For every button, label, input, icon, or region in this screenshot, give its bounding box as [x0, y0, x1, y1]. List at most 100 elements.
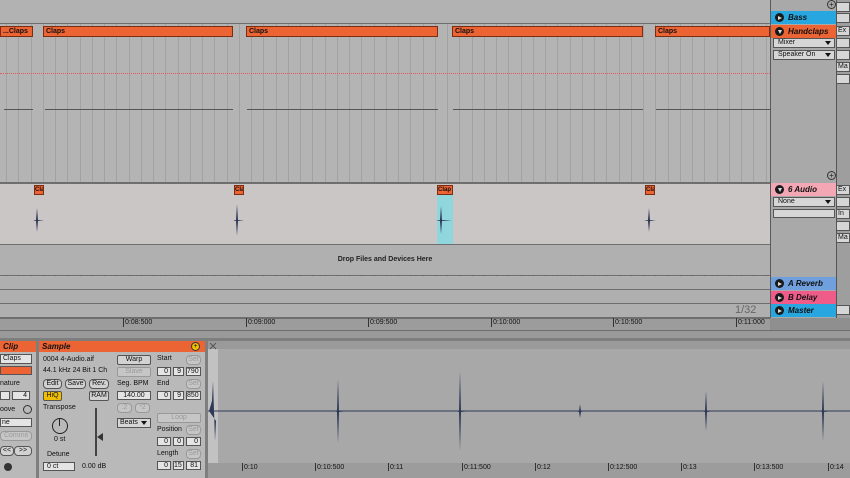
track-bass[interactable]: Bass	[771, 11, 837, 24]
position-sixteenths[interactable]: 0	[186, 437, 201, 446]
io-box[interactable]	[836, 38, 850, 48]
io-box[interactable]	[836, 13, 850, 23]
input-type-dropdown[interactable]: Mixer	[773, 38, 835, 48]
warp-button[interactable]: Warp	[117, 355, 151, 365]
seg-bpm-label: Seg. BPM	[117, 380, 149, 387]
io-box[interactable]	[836, 305, 850, 315]
clip-name-field[interactable]: Claps	[0, 354, 32, 364]
position-beats[interactable]: 0	[173, 437, 184, 446]
delay-lane[interactable]	[0, 290, 770, 304]
length-set-button[interactable]: Set	[186, 449, 201, 459]
ram-button[interactable]: RAM	[89, 391, 109, 401]
io-box[interactable]	[836, 2, 850, 12]
io-box[interactable]: Ex	[836, 26, 850, 36]
groove-hot-swap-icon[interactable]	[23, 405, 32, 414]
handclaps-lane[interactable]	[0, 24, 770, 183]
start-bars[interactable]: 0	[157, 367, 171, 376]
sample-waveform-display[interactable]	[208, 341, 850, 478]
track-master[interactable]: Master	[771, 304, 837, 317]
input-channel-dropdown[interactable]: Speaker On	[773, 50, 835, 60]
fold-triangle-icon[interactable]	[775, 27, 784, 36]
handclap-clip[interactable]: Claps	[452, 26, 643, 37]
io-box[interactable]: Ma	[836, 233, 850, 243]
signature-label: nature	[0, 380, 20, 387]
nav-left-button[interactable]: <<	[0, 446, 14, 456]
end-sixteenths[interactable]: 850	[186, 391, 201, 400]
sig-denominator[interactable]: 4	[12, 391, 30, 400]
seg-bpm-field[interactable]: 140.00	[117, 391, 151, 400]
warp-mode-dropdown[interactable]: Beats	[117, 418, 151, 428]
double-tempo-button[interactable]: *2	[135, 403, 150, 413]
track-reverb[interactable]: A Reverb	[771, 277, 837, 290]
edit-button[interactable]: Edit	[43, 379, 62, 389]
ruler-tick	[123, 318, 124, 327]
track-handclaps[interactable]: Handclaps	[771, 25, 837, 38]
length-bars[interactable]: 0	[157, 461, 171, 470]
groove-dropdown[interactable]: ne	[0, 418, 32, 427]
audio-channel-dropdown[interactable]	[773, 209, 835, 218]
expand-icon[interactable]: +	[827, 171, 836, 180]
arrangement-view[interactable]: ...Claps Claps Claps Claps Claps Cla Cla…	[0, 0, 770, 318]
master-lane[interactable]	[0, 304, 770, 318]
start-set-button[interactable]: Set	[186, 355, 201, 365]
handclap-clip[interactable]: Claps	[246, 26, 438, 37]
clip-activator-icon[interactable]	[4, 463, 12, 471]
nav-right-button[interactable]: >>	[14, 446, 32, 456]
io-box[interactable]	[836, 197, 850, 207]
io-box[interactable]: Ma	[836, 62, 850, 72]
handclap-clip[interactable]: Claps	[655, 26, 770, 37]
commit-button[interactable]: Commit	[0, 431, 32, 441]
ruler-tick	[368, 318, 369, 327]
fold-triangle-icon[interactable]	[775, 293, 784, 302]
length-sixteenths[interactable]: 81	[186, 461, 201, 470]
io-box[interactable]	[836, 74, 850, 84]
track-name: Handclaps	[788, 26, 829, 36]
handclap-clip[interactable]: Claps	[43, 26, 233, 37]
volume-handle-icon[interactable]	[97, 433, 103, 441]
position-bars[interactable]: 0	[157, 437, 171, 446]
clip-midline	[247, 109, 438, 110]
waveform-ruler-label: 0:12	[537, 464, 551, 471]
volume-slider[interactable]	[95, 408, 97, 456]
track-audio6[interactable]: 6 Audio	[771, 183, 837, 196]
waveform-svg	[208, 341, 850, 478]
track-delay[interactable]: B Delay	[771, 291, 837, 304]
end-set-button[interactable]: Set	[186, 379, 201, 389]
clip-color-dropdown[interactable]	[0, 366, 32, 375]
end-bars[interactable]: 0	[157, 391, 171, 400]
audio-input-dropdown[interactable]: None	[773, 197, 835, 207]
transpose-label: Transpose	[43, 404, 76, 411]
end-label: End	[157, 380, 170, 387]
start-sixteenths[interactable]: 790	[186, 367, 201, 376]
io-box[interactable]	[836, 221, 850, 231]
reverse-button[interactable]: Rev.	[89, 379, 109, 389]
add-icon[interactable]: +	[191, 342, 200, 351]
scroll-strip[interactable]	[0, 330, 850, 338]
handclap-clip[interactable]: ...Claps	[0, 26, 33, 37]
expand-icon[interactable]: +	[827, 0, 836, 9]
position-set-button[interactable]: Set	[186, 425, 201, 435]
reverb-lane[interactable]	[0, 277, 770, 290]
fold-triangle-icon[interactable]	[775, 185, 784, 194]
transpose-knob[interactable]	[52, 418, 68, 434]
fold-triangle-icon[interactable]	[775, 279, 784, 288]
detune-field[interactable]: 0 ct	[43, 462, 75, 471]
length-beats[interactable]: 15	[173, 461, 184, 470]
sig-numerator[interactable]	[0, 391, 10, 400]
sample-format: 44.1 kHz 24 Bit 1 Ch	[43, 367, 108, 374]
groove-label: oove	[0, 406, 16, 413]
fold-triangle-icon[interactable]	[775, 306, 784, 315]
io-box[interactable]	[836, 50, 850, 60]
slave-button[interactable]: Slave	[117, 367, 151, 377]
bass-lane[interactable]	[0, 0, 770, 24]
loop-button[interactable]: Loop	[157, 413, 201, 423]
half-tempo-button[interactable]: :2	[117, 403, 132, 413]
end-beats[interactable]: 9	[173, 391, 184, 400]
hiq-button[interactable]: HiQ	[43, 391, 62, 401]
io-box[interactable]: Ex	[836, 185, 850, 195]
start-beats[interactable]: 9	[173, 367, 184, 376]
save-button[interactable]: Save	[65, 379, 86, 389]
io-box[interactable]: In	[836, 209, 850, 219]
waveform-ruler-tick	[754, 463, 755, 471]
fold-triangle-icon[interactable]	[775, 13, 784, 22]
